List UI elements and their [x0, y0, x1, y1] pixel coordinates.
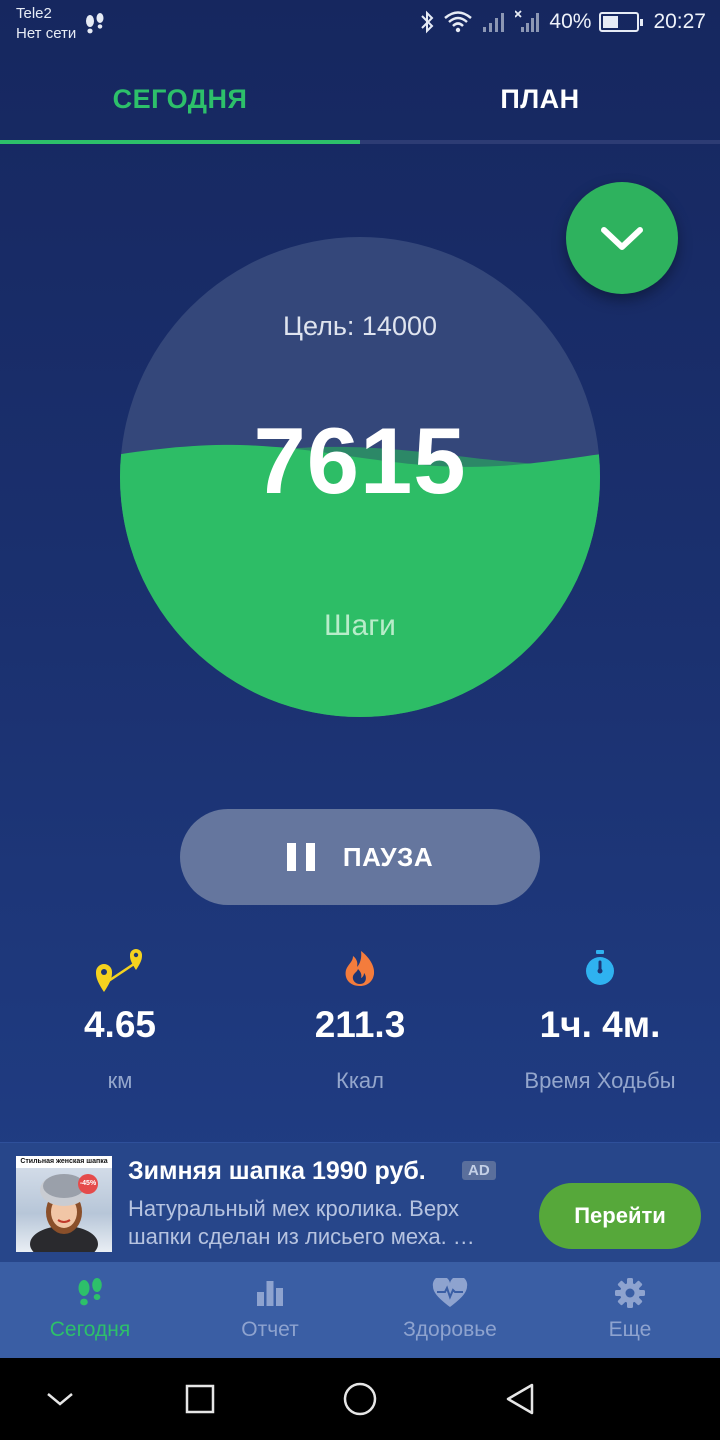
ad-cta-button[interactable]: Перейти: [539, 1183, 701, 1249]
nav-item-health[interactable]: Здоровье: [360, 1262, 540, 1358]
bluetooth-icon: [421, 10, 434, 34]
status-bar: Tele2 Нет сети 40% 20:27: [0, 0, 720, 56]
ad-description: Натуральный мех кролика. Верх шапки сдел…: [128, 1196, 475, 1249]
steps-label: Шаги: [324, 609, 396, 642]
nav-label-health: Здоровье: [403, 1318, 497, 1341]
calories-value: 211.3: [314, 1004, 406, 1045]
tab-bar: СЕГОДНЯ ПЛАН: [0, 58, 720, 144]
distance-value: 4.65: [83, 1004, 156, 1045]
carrier-name: Tele2: [16, 5, 52, 22]
nav-home-button[interactable]: [320, 1358, 400, 1440]
battery-percent: 40%: [549, 10, 592, 33]
bottom-nav: Сегодня Отчет Здоровье Еще: [0, 1262, 720, 1358]
tab-today[interactable]: СЕГОДНЯ: [0, 58, 360, 140]
calories-unit: Ккал: [336, 1068, 384, 1093]
stopwatch-icon: [480, 940, 720, 996]
network-status: Нет сети: [16, 25, 77, 42]
circle-icon: [343, 1382, 377, 1416]
footsteps-icon: [75, 1276, 105, 1310]
ad-image[interactable]: Стильная женская шапка -45%: [16, 1156, 112, 1252]
bar-chart-icon: [255, 1276, 285, 1310]
signal-icon: [483, 13, 505, 32]
wifi-icon: [444, 11, 473, 33]
ad-discount-badge: -45%: [78, 1174, 98, 1194]
walk-time-value: 1ч. 4м.: [539, 1004, 661, 1045]
nav-label-more: Еще: [608, 1318, 652, 1341]
flame-icon: [240, 940, 480, 996]
chevron-down-icon: [47, 1393, 73, 1406]
carrier-info: Tele2 Нет сети: [16, 4, 76, 44]
step-progress-circle: Цель: 14000 7615 Шаги: [120, 237, 600, 717]
stat-walk-time: 1ч. 4м. Время Ходьбы: [480, 940, 720, 1094]
stat-calories: 211.3 Ккал: [240, 940, 480, 1094]
nav-item-today[interactable]: Сегодня: [0, 1262, 180, 1358]
pause-label: ПАУЗА: [342, 841, 434, 872]
chevron-down-icon: [601, 227, 643, 250]
ad-title[interactable]: Зимняя шапка 1990 руб.: [128, 1157, 426, 1186]
clock: 20:27: [653, 10, 706, 33]
walk-time-unit: Время Ходьбы: [524, 1068, 676, 1093]
nav-back-button[interactable]: [480, 1358, 560, 1440]
nav-recents-button[interactable]: [160, 1358, 240, 1440]
stat-distance: 4.65 км: [0, 940, 240, 1094]
heart-pulse-icon: [432, 1276, 468, 1310]
ad-model-illustration: [30, 1174, 98, 1252]
tab-indicator: [0, 140, 360, 144]
system-nav-bar: [0, 1358, 720, 1440]
ad-banner[interactable]: Стильная женская шапка -45% Зимняя шапка…: [0, 1142, 720, 1262]
tab-plan[interactable]: ПЛАН: [360, 58, 720, 140]
footsteps-notification-icon: [86, 13, 104, 34]
pause-button[interactable]: ПАУЗА: [180, 809, 540, 905]
back-triangle-icon: [506, 1383, 534, 1415]
nav-item-report[interactable]: Отчет: [180, 1262, 360, 1358]
gear-icon: [614, 1276, 646, 1310]
nav-hide-button[interactable]: [20, 1358, 100, 1440]
distance-pin-icon: [0, 940, 240, 996]
ad-badge: AD: [462, 1161, 496, 1180]
battery-icon: [599, 12, 644, 32]
signal-no-service-icon: [515, 10, 540, 32]
pause-icon: [286, 843, 315, 871]
square-icon: [185, 1384, 215, 1414]
nav-label-today: Сегодня: [49, 1318, 131, 1341]
status-icons: 40% 20:27: [419, 10, 706, 34]
nav-label-report: Отчет: [241, 1318, 299, 1341]
nav-item-more[interactable]: Еще: [540, 1262, 720, 1358]
steps-count: 7615: [253, 408, 467, 513]
distance-unit: км: [107, 1068, 133, 1093]
goal-label: Цель: 14000: [283, 311, 437, 341]
